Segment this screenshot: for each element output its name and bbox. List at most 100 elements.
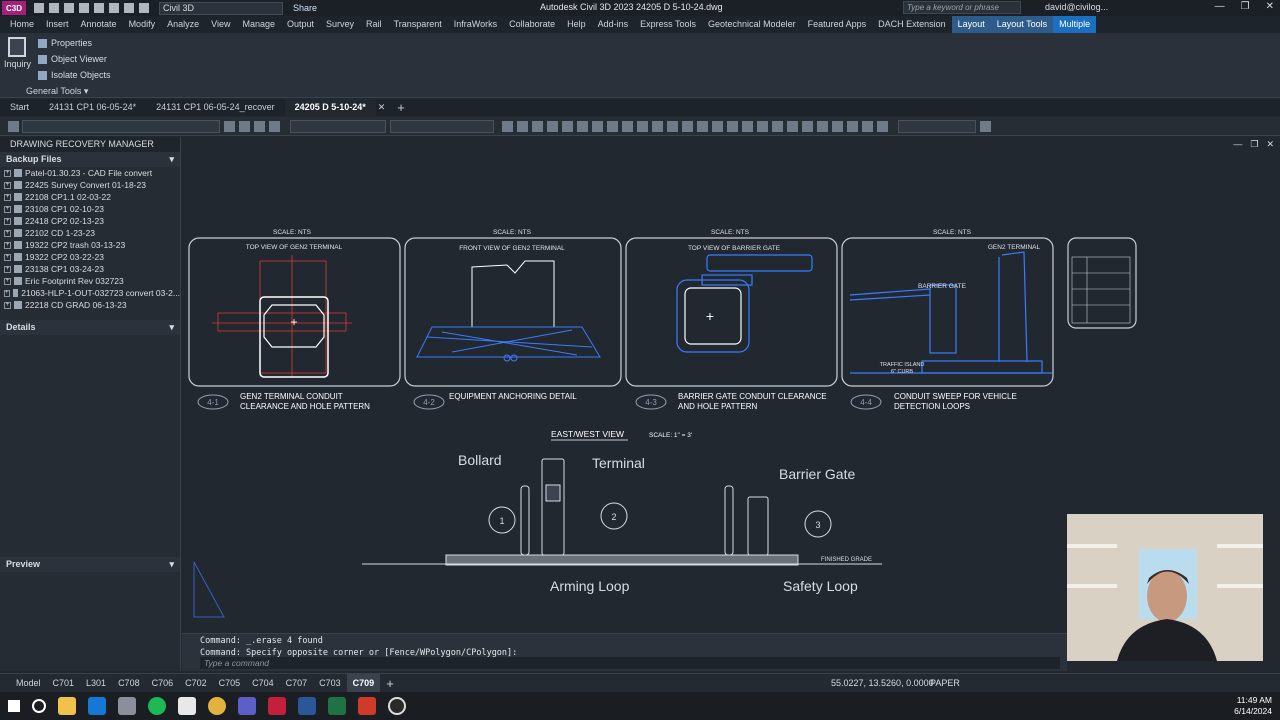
outlook-icon[interactable]: [88, 697, 106, 715]
details-section[interactable]: Details ▾: [0, 320, 180, 335]
plot-icon[interactable]: [109, 3, 119, 13]
expand-icon[interactable]: +: [4, 241, 11, 249]
tab-home[interactable]: Home: [4, 16, 40, 33]
restore-icon[interactable]: ❐: [1241, 1, 1250, 12]
expand-icon[interactable]: +: [4, 181, 11, 189]
list-item[interactable]: +21063-HLP-1-OUT-032723 convert 03-2...: [4, 287, 180, 299]
layer-tools-icons[interactable]: [224, 121, 280, 132]
list-item[interactable]: +22108 CP1.1 02-03-22: [4, 191, 180, 203]
layout-tab-active[interactable]: C709: [346, 673, 381, 693]
layout-tab[interactable]: C705: [213, 678, 247, 688]
layer-properties-icon[interactable]: [8, 121, 19, 132]
list-item[interactable]: +19322 CP2 03-22-23: [4, 251, 180, 263]
excel-icon[interactable]: [328, 697, 346, 715]
save-icon[interactable]: [64, 3, 74, 13]
expand-icon[interactable]: +: [4, 277, 11, 285]
doc-tab-start[interactable]: Start: [0, 99, 39, 116]
layer-dropdown[interactable]: [22, 120, 220, 133]
expand-icon[interactable]: +: [4, 301, 11, 309]
layout-tab[interactable]: C703: [313, 678, 347, 688]
layout-tab[interactable]: C708: [112, 678, 146, 688]
doc-tab[interactable]: 24131 CP1 06-05-24_recover: [146, 99, 285, 116]
acrobat-icon[interactable]: [358, 697, 376, 715]
tab-annotate[interactable]: Annotate: [75, 16, 123, 33]
expand-icon[interactable]: +: [4, 217, 11, 225]
collapse-icon[interactable]: ▾: [169, 557, 174, 572]
expand-icon[interactable]: +: [4, 289, 10, 297]
tab-analyze[interactable]: Analyze: [161, 16, 205, 33]
doc-tab[interactable]: 24131 CP1 06-05-24*: [39, 99, 146, 116]
layout-tab[interactable]: C701: [47, 678, 81, 688]
word-icon[interactable]: [298, 697, 316, 715]
tab-add-ins[interactable]: Add-ins: [592, 16, 635, 33]
save-as-icon[interactable]: [79, 3, 89, 13]
autocad-icon[interactable]: [268, 697, 286, 715]
collapse-icon[interactable]: ▾: [169, 320, 174, 335]
layout-tab-model[interactable]: Model: [10, 678, 47, 688]
list-item[interactable]: +23138 CP1 03-24-23: [4, 263, 180, 275]
share-button[interactable]: Share: [293, 3, 317, 13]
collapse-icon[interactable]: ▾: [169, 152, 174, 167]
draw-tools-icons[interactable]: [502, 121, 888, 132]
tab-rail[interactable]: Rail: [360, 16, 388, 33]
undo-icon[interactable]: [124, 3, 134, 13]
new-tab-icon[interactable]: +: [387, 99, 415, 116]
list-item[interactable]: +23108 CP1 02-10-23: [4, 203, 180, 215]
tab-layout-tools[interactable]: Layout Tools: [990, 16, 1054, 33]
add-layout-icon[interactable]: +: [380, 676, 400, 691]
obs-icon[interactable]: [388, 697, 406, 715]
tab-survey[interactable]: Survey: [320, 16, 360, 33]
tab-infraworks[interactable]: InfraWorks: [448, 16, 503, 33]
layout-tab[interactable]: C707: [280, 678, 314, 688]
file-explorer-icon[interactable]: [58, 697, 76, 715]
layout-tab[interactable]: C702: [179, 678, 213, 688]
tab-geotechnical-modeler[interactable]: Geotechnical Modeler: [702, 16, 802, 33]
minimize-icon[interactable]: —: [1233, 139, 1242, 150]
style-dropdown[interactable]: [898, 120, 976, 133]
expand-icon[interactable]: +: [4, 169, 11, 177]
redo-icon[interactable]: [139, 3, 149, 13]
list-item[interactable]: + Eric Footprint Rev 032723: [4, 275, 180, 287]
file-icon[interactable]: [178, 697, 196, 715]
windows-start-icon[interactable]: [8, 700, 20, 712]
tab-multiple[interactable]: Multiple: [1053, 16, 1097, 33]
workspace-select[interactable]: Civil 3D: [159, 1, 283, 15]
search-input[interactable]: Type a keyword or phrase: [903, 1, 1021, 14]
expand-icon[interactable]: +: [4, 205, 11, 213]
expand-icon[interactable]: +: [4, 265, 11, 273]
doc-tab-active[interactable]: 24205 D 5-10-24*: [284, 99, 376, 116]
color-dropdown[interactable]: [290, 120, 386, 133]
tab-collaborate[interactable]: Collaborate: [503, 16, 561, 33]
list-item[interactable]: +22102 CD 1-23-23: [4, 227, 180, 239]
list-item[interactable]: +19322 CP2 trash 03-13-23: [4, 239, 180, 251]
tab-output[interactable]: Output: [281, 16, 320, 33]
layout-tab[interactable]: C704: [246, 678, 280, 688]
expand-icon[interactable]: +: [4, 253, 11, 261]
web-open-icon[interactable]: [94, 3, 104, 13]
expand-icon[interactable]: +: [4, 229, 11, 237]
tab-express-tools[interactable]: Express Tools: [634, 16, 702, 33]
command-input[interactable]: Type a command: [200, 657, 1060, 669]
tab-featured-apps[interactable]: Featured Apps: [802, 16, 873, 33]
tab-view[interactable]: View: [205, 16, 236, 33]
refresh-icon[interactable]: [980, 121, 991, 132]
chrome-icon[interactable]: [208, 697, 226, 715]
object-viewer-button[interactable]: Object Viewer: [38, 54, 107, 64]
tab-help[interactable]: Help: [561, 16, 592, 33]
preview-section[interactable]: Preview ▾: [0, 557, 180, 572]
tab-transparent[interactable]: Transparent: [388, 16, 448, 33]
user-account[interactable]: david@civilog...: [1045, 2, 1108, 12]
doc-tab-close-icon[interactable]: ✕: [376, 99, 388, 116]
expand-icon[interactable]: +: [4, 193, 11, 201]
general-tools-panel-title[interactable]: General Tools ▾: [26, 86, 88, 97]
tab-manage[interactable]: Manage: [236, 16, 281, 33]
tab-layout[interactable]: Layout: [951, 16, 991, 33]
isolate-objects-button[interactable]: Isolate Objects: [38, 70, 111, 80]
close-icon[interactable]: ✕: [1266, 139, 1274, 150]
tab-insert[interactable]: Insert: [40, 16, 75, 33]
backup-files-section[interactable]: Backup Files ▾: [0, 152, 180, 167]
open-icon[interactable]: [49, 3, 59, 13]
restore-icon[interactable]: ❐: [1250, 139, 1258, 150]
list-item[interactable]: +22218 CD GRAD 06-13-23: [4, 299, 180, 311]
system-clock[interactable]: 11:49 AM 6/14/2024: [1234, 695, 1272, 717]
